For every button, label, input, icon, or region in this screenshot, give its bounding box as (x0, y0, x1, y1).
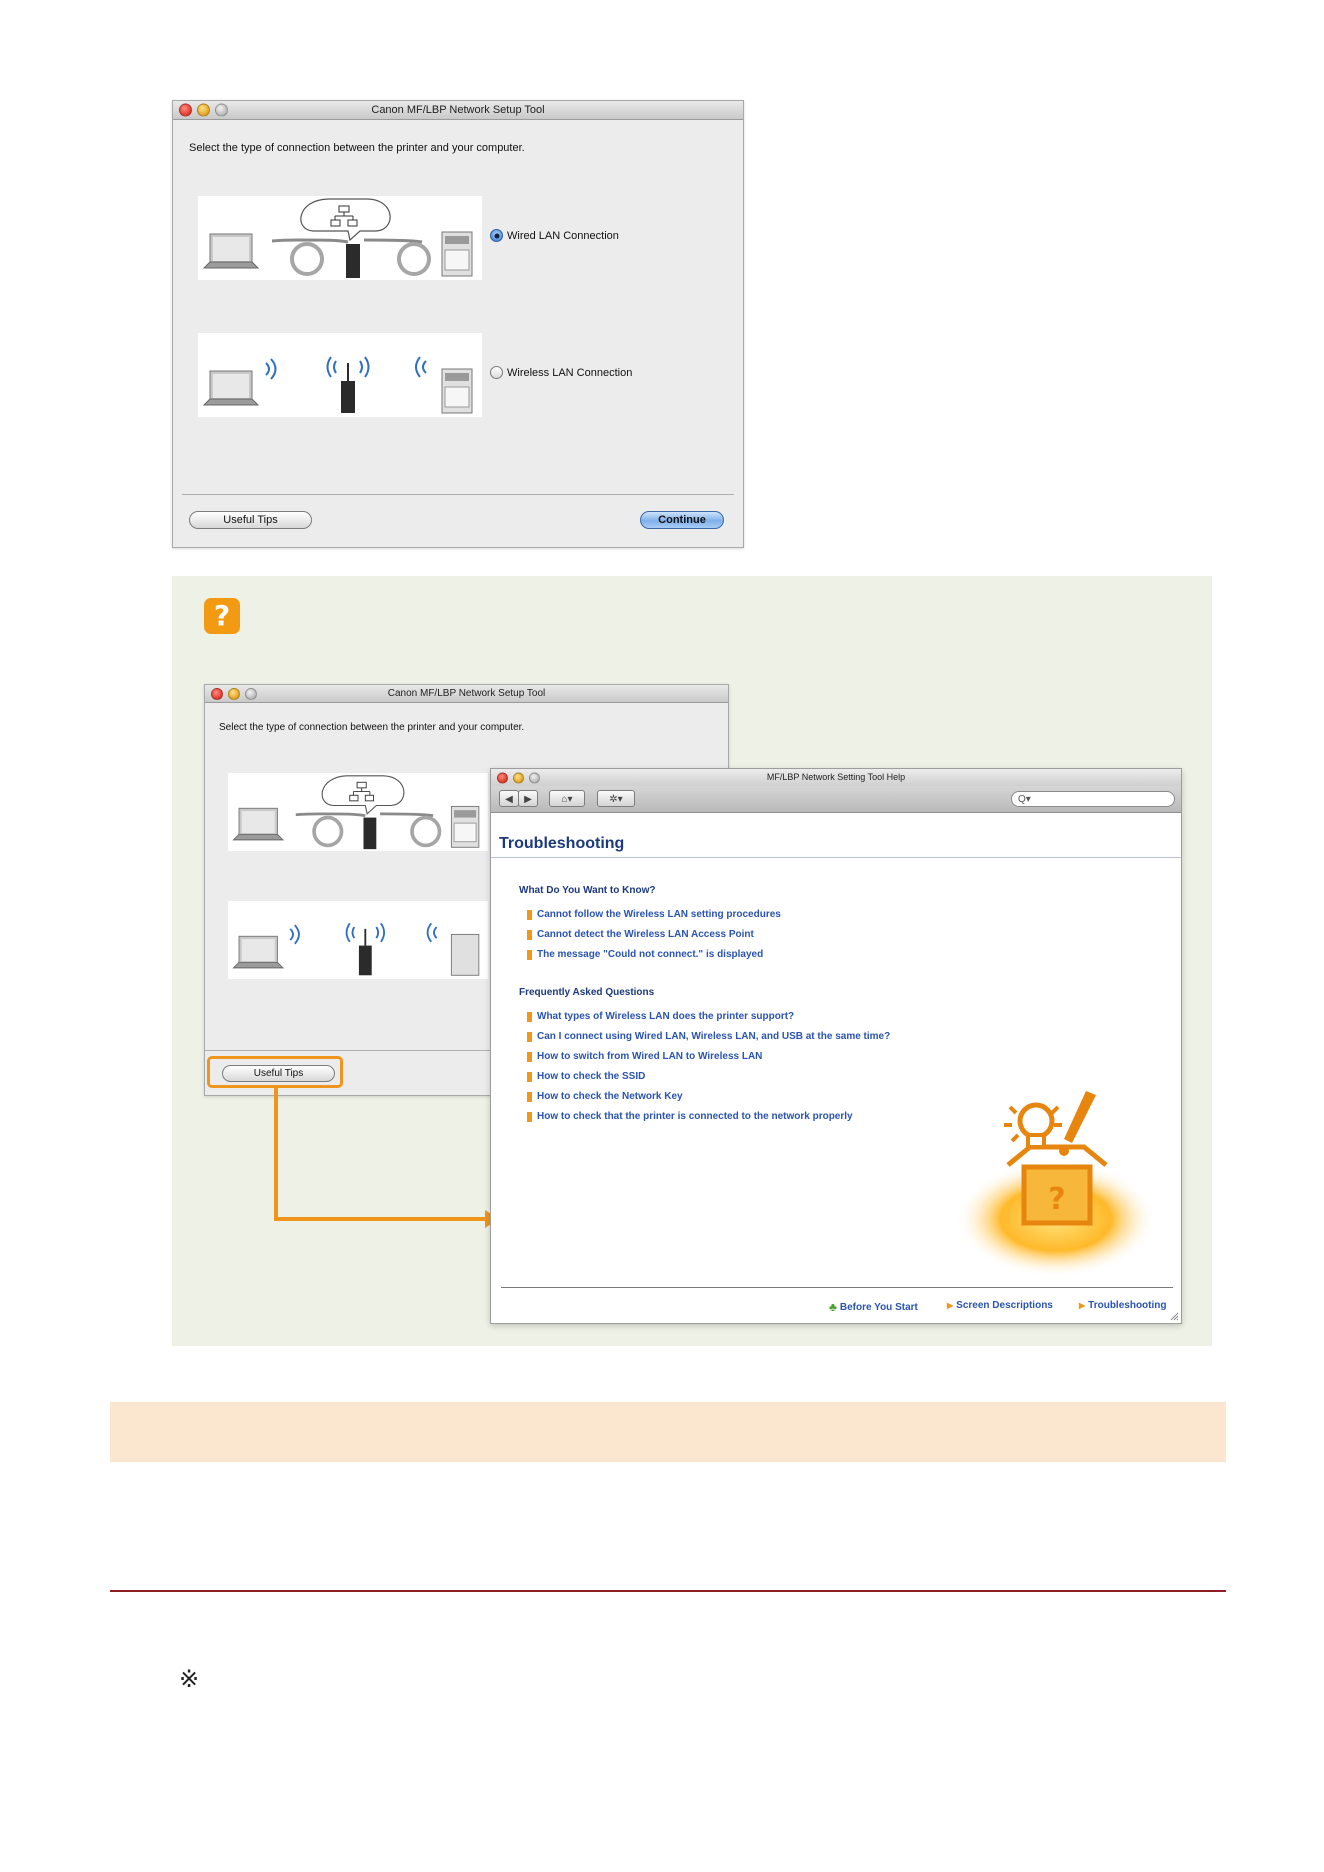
close-window-icon[interactable] (497, 772, 508, 783)
bullet-icon (527, 1011, 532, 1022)
help-link[interactable]: Cannot follow the Wireless LAN setting p… (527, 909, 781, 920)
footer-link-troubleshooting[interactable]: ▶ Troubleshooting (1079, 1300, 1166, 1311)
section-faq: Frequently Asked Questions (519, 987, 655, 998)
help-heading: Troubleshooting (499, 835, 625, 852)
wireless-connection-illustration (198, 333, 482, 417)
help-window-titlebar: MF/LBP Network Setting Tool Help (491, 769, 1181, 786)
arrow-to-help (274, 1086, 499, 1228)
window-title: Canon MF/LBP Network Setup Tool (371, 104, 545, 116)
close-window-icon[interactable] (179, 103, 192, 117)
bullet-icon (527, 1091, 532, 1102)
minimize-window-icon[interactable] (228, 687, 240, 700)
arrow-right-icon: ▶ (1079, 1301, 1086, 1310)
help-link-label: The message "Could not connect." is disp… (537, 949, 764, 960)
help-link[interactable]: Cannot detect the Wireless LAN Access Po… (527, 929, 754, 940)
setup-window: Canon MF/LBP Network Setup Tool Select t… (172, 100, 744, 548)
wired-lan-radio[interactable] (490, 229, 503, 242)
faq-link-label: How to switch from Wired LAN to Wireless… (537, 1051, 763, 1062)
faq-link-label: Can I connect using Wired LAN, Wireless … (537, 1031, 891, 1042)
bullet-icon (527, 909, 532, 920)
bullet-icon (527, 929, 532, 940)
zoom-window-icon[interactable] (529, 772, 540, 783)
faq-link[interactable]: How to check that the printer is connect… (527, 1111, 853, 1122)
wireless-network-diagram (202, 356, 473, 414)
faq-link[interactable]: Can I connect using Wired LAN, Wireless … (527, 1031, 890, 1042)
wired-lan-option[interactable]: Wired LAN Connection (490, 229, 619, 242)
forward-button[interactable]: ▶ (518, 790, 538, 807)
useful-tips-button[interactable]: Useful Tips (189, 511, 312, 529)
wireless-network-diagram (232, 922, 480, 976)
bullet-icon (527, 949, 532, 960)
lightbulb-box-illustration: ? (956, 1091, 1156, 1277)
instruction-text: Select the type of connection between th… (189, 142, 525, 154)
bullet-icon (527, 1031, 532, 1042)
faq-link[interactable]: How to check the SSID (527, 1071, 645, 1082)
help-search-field[interactable]: Q▾ (1011, 791, 1175, 807)
arrow-right-icon: ▶ (947, 1301, 954, 1310)
minimize-window-icon[interactable] (197, 103, 210, 117)
help-window-title: MF/LBP Network Setting Tool Help (766, 772, 906, 782)
svg-text:?: ? (1048, 1182, 1065, 1217)
wireless-lan-option[interactable]: Wireless LAN Connection (490, 366, 632, 379)
bullet-icon (527, 1111, 532, 1122)
faq-link-label: How to check that the printer is connect… (537, 1111, 853, 1122)
useful-tips-highlight (207, 1056, 343, 1088)
sprout-icon: ♣ (829, 1300, 837, 1314)
help-link[interactable]: The message "Could not connect." is disp… (527, 949, 763, 960)
reference-mark: ※ (179, 1665, 200, 1693)
faq-link-label: What types of Wireless LAN does the prin… (537, 1011, 795, 1022)
instruction-text: Select the type of connection between th… (219, 722, 525, 733)
back-button[interactable]: ◀ (499, 790, 519, 807)
wired-lan-label: Wired LAN Connection (507, 229, 619, 242)
zoom-window-icon[interactable] (215, 103, 228, 117)
continue-button[interactable]: Continue (640, 511, 724, 529)
window-title: Canon MF/LBP Network Setup Tool (387, 688, 546, 699)
highlight-band (110, 1402, 1226, 1462)
setup-window-small-titlebar: Canon MF/LBP Network Setup Tool (205, 685, 728, 703)
section-what-to-know: What Do You Want to Know? (519, 885, 656, 896)
wired-network-diagram (232, 775, 480, 850)
footer-link-screen-descriptions[interactable]: ▶ Screen Descriptions (947, 1300, 1053, 1311)
help-toolbar: ◀ ▶ ⌂▾ ✲▾ Q▾ (491, 786, 1181, 813)
minimize-window-icon[interactable] (513, 772, 524, 783)
help-window: MF/LBP Network Setting Tool Help ◀ ▶ ⌂▾ … (490, 768, 1182, 1324)
zoom-window-icon[interactable] (245, 687, 257, 700)
window-controls (211, 687, 257, 700)
wireless-lan-label: Wireless LAN Connection (507, 366, 633, 379)
footer-link-before-you-start[interactable]: ♣ Before You Start (829, 1300, 918, 1314)
faq-link[interactable]: What types of Wireless LAN does the prin… (527, 1011, 794, 1022)
faq-link-label: How to check the SSID (537, 1071, 646, 1082)
setup-window-titlebar: Canon MF/LBP Network Setup Tool (173, 101, 743, 120)
help-footer-rule (501, 1287, 1173, 1288)
question-icon: ? (204, 598, 240, 634)
home-menu-button[interactable]: ⌂▾ (549, 790, 585, 807)
faq-link[interactable]: How to check the Network Key (527, 1091, 683, 1102)
bullet-icon (527, 1071, 532, 1082)
help-heading-rule (491, 857, 1181, 858)
faq-link-label: How to check the Network Key (537, 1091, 683, 1102)
window-controls (497, 772, 540, 783)
help-link-label: Cannot follow the Wireless LAN setting p… (537, 909, 781, 920)
wired-connection-illustration (198, 196, 482, 280)
close-window-icon[interactable] (211, 687, 223, 700)
help-link-label: Cannot detect the Wireless LAN Access Po… (537, 929, 754, 940)
wireless-lan-radio[interactable] (490, 366, 503, 379)
faq-link[interactable]: How to switch from Wired LAN to Wireless… (527, 1051, 762, 1062)
search-icon: Q▾ (1018, 794, 1031, 805)
wired-connection-illustration (228, 773, 488, 851)
window-controls (179, 103, 228, 117)
resize-grip-icon[interactable] (1170, 1312, 1179, 1321)
action-menu-button[interactable]: ✲▾ (597, 790, 635, 807)
footer-separator (182, 494, 734, 495)
wireless-connection-illustration (228, 901, 488, 979)
section-divider (110, 1590, 1226, 1592)
wired-network-diagram (202, 198, 473, 278)
bullet-icon (527, 1051, 532, 1062)
